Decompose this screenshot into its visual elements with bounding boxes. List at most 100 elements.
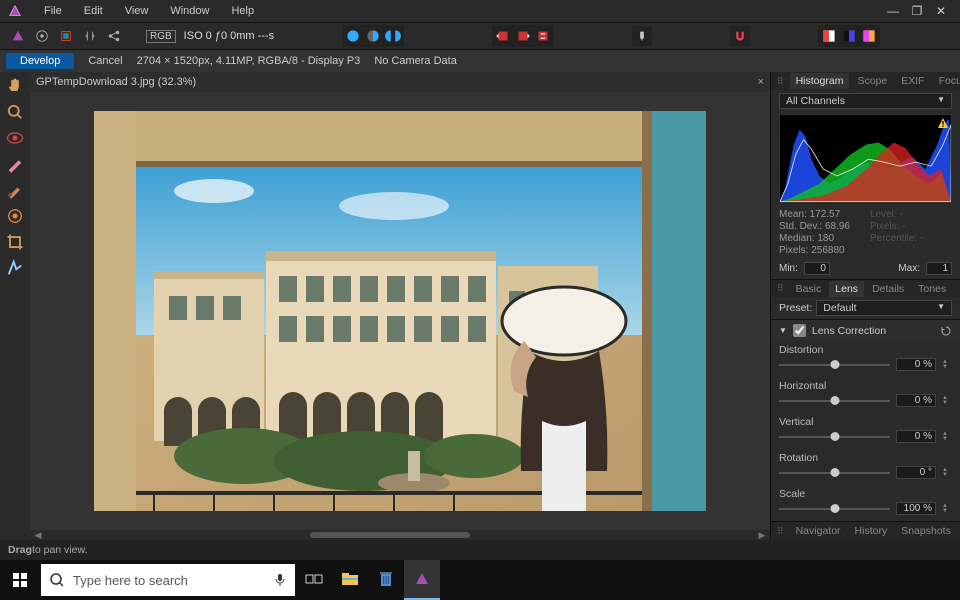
blemish-tool-icon[interactable] [5,154,25,174]
minimize-button[interactable]: — [882,4,904,18]
mic-icon[interactable] [273,573,287,587]
flip-icon[interactable] [534,27,552,45]
cancel-button[interactable]: Cancel [88,55,122,67]
tab-basic[interactable]: Basic [790,281,828,297]
slider-thumb[interactable] [830,396,839,405]
panel-grip-icon[interactable]: ⠿ [777,526,784,537]
taskbar-search[interactable]: Type here to search [41,564,295,596]
redeye-tool-icon[interactable] [5,128,25,148]
clip-highlight-icon[interactable] [820,27,838,45]
slider-value[interactable]: 0 % [896,394,936,407]
close-button[interactable]: ✕ [930,4,952,18]
channel-select[interactable]: All Channels ▼ [779,93,952,109]
slider-track[interactable] [779,364,890,366]
slider-thumb[interactable] [830,360,839,369]
tab-tones[interactable]: Tones [912,281,952,297]
stepper-icon[interactable]: ▲▼ [942,360,952,370]
scroll-right-icon[interactable]: ▶ [756,530,768,540]
status-bar: Drag to pan view. [0,540,960,560]
mirror-icon[interactable] [80,26,100,46]
scrollbar-thumb[interactable] [310,532,470,538]
taskbar-affinity[interactable] [404,560,440,600]
scroll-left-icon[interactable]: ◀ [32,530,44,540]
tab-histogram[interactable]: Histogram [790,73,850,89]
target-icon[interactable] [32,26,52,46]
lens-correction-label: Lens Correction [812,325,886,337]
slider-value[interactable]: 0 % [896,358,936,371]
develop-button[interactable]: Develop [6,53,74,69]
hand-tool-icon[interactable] [5,76,25,96]
stepper-icon[interactable]: ▲▼ [942,468,952,478]
tab-close-icon[interactable]: × [758,76,764,88]
slider-value[interactable]: 0 % [896,430,936,443]
gradient-tool-icon[interactable] [5,206,25,226]
tab-focus[interactable]: Focus [933,73,960,89]
channel-select-value: All Channels [786,95,845,107]
taskview-button[interactable] [296,560,332,600]
menu-window[interactable]: Window [160,3,219,19]
cube-icon[interactable] [56,26,76,46]
menu-file[interactable]: File [34,3,72,19]
maximize-button[interactable]: ❐ [906,4,928,18]
taskbar-explorer[interactable] [332,560,368,600]
horizontal-scrollbar[interactable]: ◀ ▶ [30,530,770,540]
tab-scope[interactable]: Scope [851,73,893,89]
brush-tool-icon[interactable] [5,180,25,200]
menu-help[interactable]: Help [221,3,264,19]
tab-snapshots[interactable]: Snapshots [895,523,957,539]
taskbar-recycle[interactable] [368,560,404,600]
lens-correction-header[interactable]: ▼ Lens Correction [771,319,960,341]
clipping-warning-icon[interactable] [937,117,949,129]
slider-track[interactable] [779,400,890,402]
status-hint-action: Drag [8,544,32,556]
compare-group [342,25,404,47]
menu-view[interactable]: View [115,3,159,19]
stat-median: Median: 180 [779,233,850,244]
panel-grip-icon[interactable]: ⠿ [777,283,784,294]
histogram-tabs: ⠿ Histogram Scope EXIF Focus ≡ [771,72,960,90]
slider-thumb[interactable] [830,468,839,477]
panel-grip-icon[interactable]: ⠿ [777,76,784,87]
mirror-view-icon[interactable] [384,27,402,45]
rotate-cw-icon[interactable] [514,27,532,45]
crop-tool-icon[interactable] [5,232,25,252]
lens-correction-checkbox[interactable] [793,324,806,337]
menu-edit[interactable]: Edit [74,3,113,19]
slider-track[interactable] [779,508,890,510]
share-icon[interactable] [104,26,124,46]
zoom-tool-icon[interactable] [5,102,25,122]
tab-navigator[interactable]: Navigator [790,523,847,539]
slider-track[interactable] [779,436,890,438]
tab-lens[interactable]: Lens [829,281,864,297]
app-icon[interactable] [8,26,28,46]
min-field[interactable]: 0 [804,262,830,275]
document-tab[interactable]: GPTempDownload 3.jpg (32.3%) × [30,72,770,92]
reset-icon[interactable] [940,325,952,337]
start-button[interactable] [0,560,40,600]
single-view-icon[interactable] [344,27,362,45]
slider-thumb[interactable] [830,432,839,441]
slider-thumb[interactable] [830,504,839,513]
flashlight-icon[interactable] [632,26,652,46]
split-view-icon[interactable] [364,27,382,45]
magnet-icon[interactable] [730,26,750,46]
slider-track[interactable] [779,472,890,474]
collapse-icon[interactable]: ▼ [779,326,787,335]
preset-select[interactable]: Default ▼ [816,300,952,316]
tab-overlays[interactable]: Overlays [954,281,960,297]
bottom-tabs: ⠿ Navigator History Snapshots Info ≡ [771,521,960,540]
stepper-icon[interactable]: ▲▼ [942,396,952,406]
rotate-ccw-icon[interactable] [494,27,512,45]
clip-both-icon[interactable] [860,27,878,45]
tab-exif[interactable]: EXIF [895,73,930,89]
slider-value[interactable]: 0 ° [896,466,936,479]
canvas-viewport[interactable] [30,92,770,530]
clip-shadow-icon[interactable] [840,27,858,45]
slider-value[interactable]: 100 % [896,502,936,515]
tab-history[interactable]: History [849,523,894,539]
max-field[interactable]: 1 [926,262,952,275]
stepper-icon[interactable]: ▲▼ [942,432,952,442]
tab-details[interactable]: Details [866,281,910,297]
stepper-icon[interactable]: ▲▼ [942,504,952,514]
whitebalance-tool-icon[interactable] [5,258,25,278]
